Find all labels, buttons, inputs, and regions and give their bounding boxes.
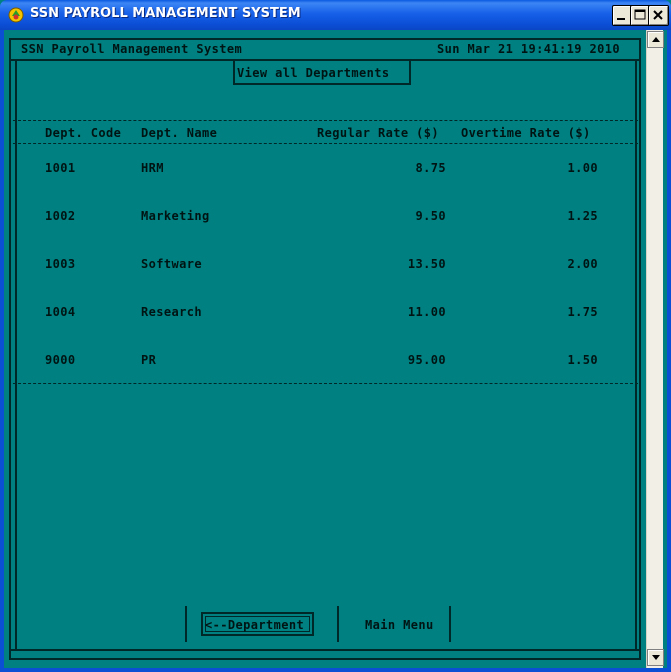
table-bottom-rule [13,383,638,384]
cell-dept-code: 1001 [45,161,76,175]
arrow-up-icon [652,37,660,42]
department-button-label[interactable]: <--Department [205,618,304,632]
view-label: View all Departments [237,66,390,80]
column-header-code: Dept. Code [45,126,122,140]
table-row[interactable]: 9000 PR 95.00 1.50 [4,353,644,369]
scroll-up-button[interactable] [647,31,664,48]
cell-regular-rate: 95.00 [407,353,446,367]
cell-dept-code: 1004 [45,305,76,319]
column-header-name: Dept. Name [141,126,218,140]
footer-separator [185,606,187,642]
column-header-regular-rate: Regular Rate ($) [317,126,439,140]
app-icon [8,7,24,23]
cell-overtime-rate: 1.00 [567,161,598,175]
table-row[interactable]: 1003 Software 13.50 2.00 [4,257,644,273]
window-frame-right [667,30,671,672]
main-menu-button[interactable]: Main Menu [365,618,434,632]
column-header-overtime-rate: Overtime Rate ($) [461,126,591,140]
cell-regular-rate: 13.50 [407,257,446,271]
cell-overtime-rate: 1.75 [567,305,598,319]
footer-separator [337,606,339,642]
cell-dept-code: 1003 [45,257,76,271]
table-header-rule [13,143,638,144]
cell-dept-code: 1002 [45,209,76,223]
cell-dept-name: Marketing [141,209,210,223]
table-row[interactable]: 1001 HRM 8.75 1.00 [4,161,644,177]
window-titlebar[interactable]: SSN PAYROLL MANAGEMENT SYSTEM [0,0,671,30]
terminal-screen: SSN Payroll Management System Sun Mar 21… [4,30,646,668]
footer-separator [449,606,451,642]
table-row[interactable]: 1004 Research 11.00 1.75 [4,305,644,321]
cell-regular-rate: 8.75 [415,161,446,175]
window-title: SSN PAYROLL MANAGEMENT SYSTEM [30,6,301,21]
vertical-scrollbar[interactable] [646,30,664,668]
table-top-rule [13,120,638,121]
cell-dept-name: PR [141,353,157,367]
arrow-down-icon [652,655,660,660]
cell-dept-code: 9000 [45,353,76,367]
cell-regular-rate: 9.50 [415,209,446,223]
table-row[interactable]: 1002 Marketing 9.50 1.25 [4,209,644,225]
footer-divider [11,649,639,651]
cell-overtime-rate: 1.50 [567,353,598,367]
cell-regular-rate: 11.00 [407,305,446,319]
scroll-down-button[interactable] [647,649,664,666]
close-icon [653,10,663,20]
cell-overtime-rate: 2.00 [567,257,598,271]
system-title: SSN Payroll Management System [21,42,243,56]
window-frame-bottom [0,668,671,672]
cell-dept-name: HRM [141,161,164,175]
cell-dept-name: Research [141,305,202,319]
system-datetime: Sun Mar 21 19:41:19 2010 [437,42,620,56]
cell-overtime-rate: 1.25 [567,209,598,223]
close-button[interactable] [648,5,669,26]
cell-dept-name: Software [141,257,202,271]
